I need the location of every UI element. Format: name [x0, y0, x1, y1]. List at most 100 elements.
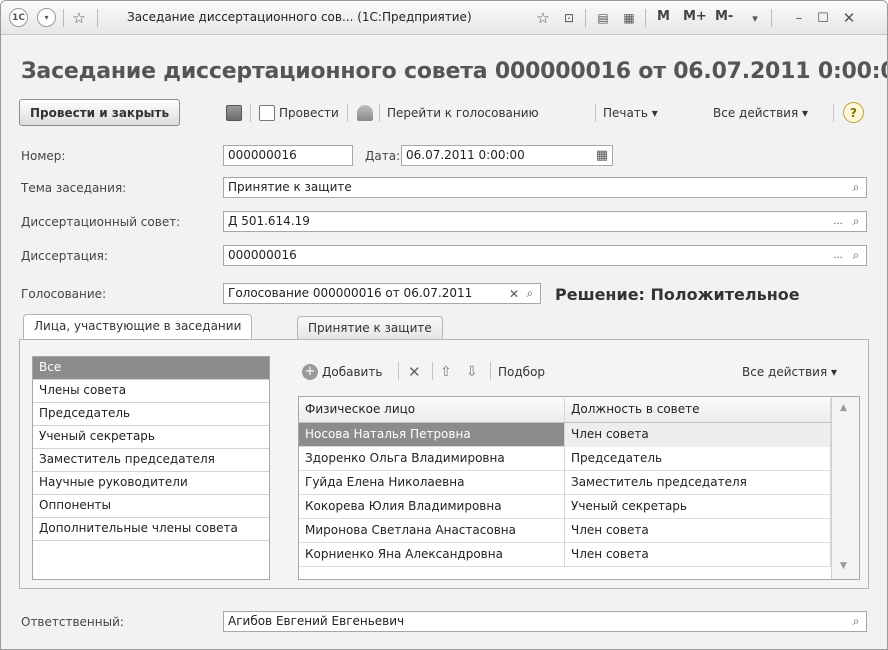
participants-table: Физическое лицо Должность в совете Носов…	[298, 396, 860, 580]
window-title: Заседание диссертационного сов... (1С:Пр…	[127, 10, 472, 24]
goto-vote-icon-button[interactable]	[357, 99, 377, 126]
table-row[interactable]: Миронова Светлана Анастасовна Член совет…	[299, 519, 831, 543]
table-row[interactable]: Кокорева Юлия Владимировна Ученый секрет…	[299, 495, 831, 519]
separator	[771, 9, 772, 27]
window-menu-icon[interactable]: ▾	[745, 8, 765, 28]
vote-label: Голосование:	[21, 287, 107, 301]
list-item[interactable]: Ученый секретарь	[33, 426, 269, 449]
vote-value: Голосование 000000016 от 06.07.2011	[228, 286, 473, 300]
list-item[interactable]: Научные руководители	[33, 472, 269, 495]
cell-position: Председатель	[565, 447, 831, 471]
window: 1С ▾ ☆ Заседание диссертационного сов...…	[0, 0, 888, 650]
separator	[585, 9, 586, 27]
add-button-label: Добавить	[322, 365, 383, 379]
print-menu[interactable]: Печать ▾	[603, 99, 658, 126]
calculator-icon[interactable]: ▤	[593, 8, 613, 28]
council-field[interactable]: Д 501.614.19 ... ⌕	[223, 211, 867, 232]
close-icon[interactable]: ✕	[839, 8, 859, 28]
list-item[interactable]: Все	[33, 357, 269, 380]
form-toolbar: Провести и закрыть Провести Перейти к го…	[19, 99, 867, 127]
separator	[347, 104, 348, 122]
search-icon[interactable]: ⌕	[848, 212, 864, 231]
column-header-position[interactable]: Должность в совете	[565, 398, 831, 422]
goto-vote-button[interactable]: Перейти к голосованию	[387, 99, 539, 126]
post-document-icon	[259, 104, 275, 121]
scroll-down-icon[interactable]: ▼	[840, 561, 847, 571]
ellipsis-icon[interactable]: ...	[830, 246, 846, 265]
minimize-icon[interactable]: –	[789, 8, 809, 28]
save-button[interactable]	[226, 99, 246, 126]
column-header-person[interactable]: Физическое лицо	[299, 398, 565, 422]
memory-plus-button[interactable]: M+	[683, 9, 707, 24]
memory-minus-button[interactable]: M-	[715, 9, 733, 24]
table-row[interactable]: Гуйда Елена Николаевна Заместитель предс…	[299, 471, 831, 495]
search-icon[interactable]: ⌕	[848, 612, 864, 631]
cell-person: Миронова Светлана Анастасовна	[299, 519, 565, 543]
table-row[interactable]: Носова Наталья Петровна Член совета	[299, 423, 831, 447]
council-label: Диссертационный совет:	[21, 215, 181, 229]
separator	[833, 104, 834, 122]
help-icon[interactable]: ?	[843, 102, 864, 123]
move-up-icon[interactable]: ⇧	[440, 362, 452, 382]
menu-dropdown-icon[interactable]: ▾	[37, 8, 56, 27]
date-field[interactable]: 06.07.2011 0:00:00 ▦	[401, 145, 613, 166]
favorite-star-icon[interactable]: ☆	[69, 8, 89, 28]
table-row[interactable]: Корниенко Яна Александровна Член совета	[299, 543, 831, 567]
topic-value: Принятие к защите	[228, 180, 352, 194]
pick-button[interactable]: Подбор	[498, 362, 545, 382]
separator	[97, 9, 98, 27]
scroll-up-icon[interactable]: ▲	[840, 403, 847, 413]
add-icon: +	[302, 364, 318, 380]
responsible-value: Агибов Евгений Евгеньевич	[228, 614, 405, 628]
list-item[interactable]: Члены совета	[33, 380, 269, 403]
cell-person: Гуйда Елена Николаевна	[299, 471, 565, 495]
vote-icon	[357, 104, 373, 121]
tab-participants[interactable]: Лица, участвующие в заседании	[23, 314, 253, 340]
cell-person: Корниенко Яна Александровна	[299, 543, 565, 567]
cell-person: Кокорева Юлия Владимировна	[299, 495, 565, 519]
panel-all-actions-menu[interactable]: Все действия ▾	[742, 362, 837, 382]
add-button[interactable]: + Добавить	[302, 362, 382, 382]
decision-text: Решение: Положительное	[555, 285, 800, 304]
post-button[interactable]: Провести	[259, 99, 339, 126]
tab-acceptance[interactable]: Принятие к защите	[297, 316, 443, 340]
separator	[379, 104, 380, 122]
list-item[interactable]: Дополнительные члены совета	[33, 518, 269, 541]
all-actions-menu[interactable]: Все действия ▾	[713, 99, 808, 126]
app-logo-icon[interactable]: 1С	[9, 8, 28, 27]
topic-field[interactable]: Принятие к защите ⌕	[223, 177, 867, 198]
topic-label: Тема заседания:	[21, 181, 127, 195]
cell-position: Член совета	[565, 423, 831, 447]
search-icon[interactable]: ⌕	[848, 246, 864, 265]
calendar-icon[interactable]: ▦	[594, 146, 610, 165]
vote-field[interactable]: Голосование 000000016 от 06.07.2011 ✕ ⌕	[223, 283, 541, 304]
responsible-field[interactable]: Агибов Евгений Евгеньевич ⌕	[223, 611, 867, 632]
search-icon[interactable]: ⌕	[522, 284, 538, 303]
clear-icon[interactable]: ✕	[506, 284, 522, 303]
vertical-scrollbar[interactable]: ▲ ▼	[831, 397, 859, 579]
post-button-label: Провести	[279, 105, 339, 120]
maximize-icon[interactable]: ☐	[813, 8, 833, 28]
list-item[interactable]: Заместитель председателя	[33, 449, 269, 472]
memory-m-button[interactable]: M	[657, 9, 670, 24]
council-value: Д 501.614.19	[228, 214, 310, 228]
search-icon[interactable]: ⌕	[848, 178, 864, 197]
page-title: Заседание диссертационного совета 000000…	[21, 59, 888, 84]
move-down-icon[interactable]: ⇩	[466, 362, 478, 382]
dissertation-field[interactable]: 000000016 ... ⌕	[223, 245, 867, 266]
table-row[interactable]: Здоренко Ольга Владимировна Председатель	[299, 447, 831, 471]
delete-icon[interactable]: ✕	[408, 362, 421, 382]
ellipsis-icon[interactable]: ...	[830, 212, 846, 231]
add-favorite-icon[interactable]: ☆	[533, 8, 553, 28]
list-item[interactable]: Оппоненты	[33, 495, 269, 518]
number-field[interactable]: 000000016	[223, 145, 353, 166]
list-item[interactable]: Председатель	[33, 403, 269, 426]
cell-person: Носова Наталья Петровна	[299, 423, 565, 447]
calendar-icon[interactable]: ▦	[619, 8, 639, 28]
cell-person: Здоренко Ольга Владимировна	[299, 447, 565, 471]
post-and-close-button[interactable]: Провести и закрыть	[19, 99, 181, 126]
dissertation-label: Диссертация:	[21, 249, 108, 263]
cell-position: Член совета	[565, 519, 831, 543]
date-value: 06.07.2011 0:00:00	[406, 148, 525, 162]
bookmark-icon[interactable]: ⊡	[559, 8, 579, 28]
